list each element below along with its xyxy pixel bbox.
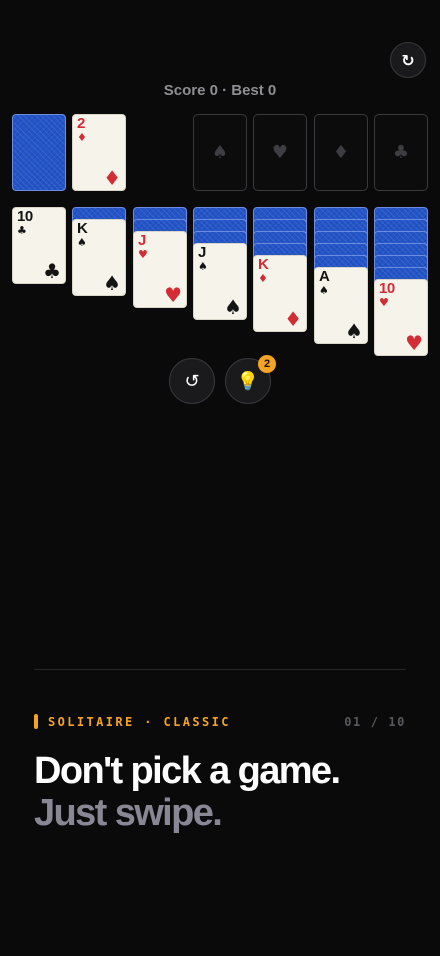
heart-icon: ♥ — [138, 248, 148, 261]
tableau-card[interactable]: 10 ♣ ♣ — [12, 207, 66, 284]
diamond-icon: ♦ — [258, 272, 268, 285]
diamond-icon: ♦ — [332, 142, 350, 163]
tableau-card[interactable]: J ♥ ♥ — [133, 231, 187, 308]
spade-icon: ♠ — [103, 271, 121, 295]
foundation-spades[interactable]: ♠ — [193, 114, 247, 191]
card-rank: A — [319, 268, 330, 285]
tableau-card[interactable]: J ♠ ♠ — [193, 243, 247, 320]
heart-icon: ♥ — [405, 331, 423, 355]
card-rank: 10 — [379, 280, 395, 297]
spade-icon: ♠ — [224, 295, 242, 319]
tableau-card[interactable]: 10 ♥ ♥ — [374, 279, 428, 356]
undo-button[interactable]: ↺ — [169, 358, 215, 404]
heart-icon: ♥ — [164, 283, 182, 307]
card-rank: 10 — [17, 208, 33, 225]
game-counter: 01 / 10 — [344, 715, 406, 729]
headline: Don't pick a game. — [34, 750, 341, 792]
diamond-icon: ♦ — [103, 166, 121, 190]
stock-pile[interactable] — [12, 114, 66, 191]
foundation-clubs[interactable]: ♣ — [374, 114, 428, 191]
diamond-icon: ♦ — [77, 131, 87, 144]
divider — [34, 669, 406, 670]
heart-icon: ♥ — [271, 142, 289, 163]
spade-icon: ♠ — [345, 319, 363, 343]
card-rank: J — [138, 232, 146, 249]
heart-icon: ♥ — [379, 296, 389, 309]
foundation-diamonds[interactable]: ♦ — [314, 114, 368, 191]
spade-icon: ♠ — [77, 236, 87, 249]
club-icon: ♣ — [17, 224, 27, 237]
restart-icon: ↻ — [401, 50, 415, 70]
diamond-icon: ♦ — [284, 307, 302, 331]
game-category: SOLITAIRE · CLASSIC — [34, 714, 231, 729]
restart-button[interactable]: ↻ — [390, 42, 426, 78]
hint-count-badge: 2 — [258, 355, 276, 373]
category-label: SOLITAIRE · CLASSIC — [48, 714, 231, 729]
score-display: Score 0 · Best 0 — [163, 82, 277, 99]
spade-icon: ♠ — [198, 260, 208, 273]
waste-card[interactable]: 2 ♦ ♦ — [72, 114, 126, 191]
undo-icon: ↺ — [184, 370, 200, 392]
spade-icon: ♠ — [211, 142, 229, 163]
spade-icon: ♠ — [319, 284, 329, 297]
foundation-hearts[interactable]: ♥ — [253, 114, 307, 191]
tableau-card[interactable]: K ♦ ♦ — [253, 255, 307, 332]
tableau-card[interactable]: K ♠ ♠ — [72, 219, 126, 296]
card-rank: J — [198, 244, 206, 261]
card-rank: K — [258, 256, 269, 273]
club-icon: ♣ — [43, 259, 61, 283]
lightbulb-icon: 💡 — [236, 370, 260, 392]
category-accent-bar — [34, 714, 38, 729]
tableau-card[interactable]: A ♠ ♠ — [314, 267, 368, 344]
card-rank: 2 — [77, 115, 85, 132]
club-icon: ♣ — [392, 142, 410, 163]
card-rank: K — [77, 220, 88, 237]
subline: Just swipe. — [34, 792, 223, 834]
